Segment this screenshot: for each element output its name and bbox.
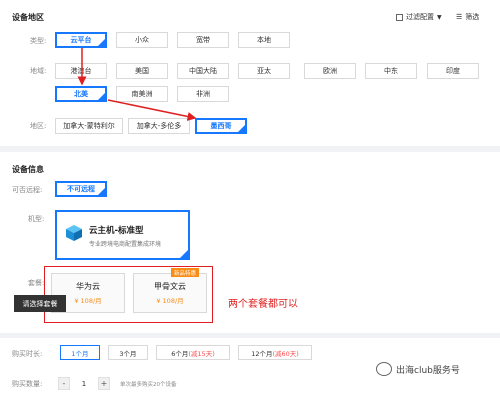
duration-12-month-discount: (减60天)	[272, 349, 299, 358]
quantity-label: 购买数量:	[12, 380, 43, 388]
type-option-local[interactable]: 本地	[238, 32, 290, 48]
quantity-plus-button[interactable]: +	[98, 377, 110, 390]
quantity-input[interactable]: 1	[70, 377, 98, 390]
region-option-africa[interactable]: 非洲	[177, 86, 229, 102]
filter-config-icon	[396, 13, 403, 21]
duration-1-month[interactable]: 1个月	[60, 345, 100, 360]
model-label: 机型:	[28, 215, 45, 223]
type-option-niche[interactable]: 小众	[116, 32, 168, 48]
area-label: 地区:	[30, 122, 47, 130]
wechat-icon	[376, 362, 392, 376]
region-option-mainland[interactable]: 中国大陆	[177, 63, 229, 79]
machine-card-standard[interactable]: 云主机-标准型 专业跨境电商配置集成环境	[55, 210, 190, 260]
type-label: 类型:	[30, 37, 47, 45]
cube-icon	[65, 224, 83, 242]
duration-6-month-label: 6个月	[171, 349, 189, 358]
watermark: 出海club服务号	[376, 362, 460, 376]
watermark-text: 出海club服务号	[396, 365, 460, 376]
filter-label: 筛选	[465, 13, 480, 21]
filter-config-dropdown[interactable]: 过滤配置 ▼	[396, 12, 442, 22]
area-option-mexico[interactable]: 墨西哥	[195, 118, 247, 134]
type-option-broadband[interactable]: 宽带	[177, 32, 229, 48]
filter-icon: ☰	[456, 13, 463, 21]
duration-12-month[interactable]: 12个月 (减60天)	[238, 345, 312, 360]
machine-title: 云主机-标准型	[89, 226, 144, 236]
type-option-cloud[interactable]: 云平台	[55, 32, 107, 48]
annotation-box	[44, 266, 213, 323]
quantity-hint: 单次最多购买20个设备	[120, 382, 177, 388]
machine-desc: 专业跨境电商配置集成环境	[89, 241, 162, 248]
region-option-europe[interactable]: 欧洲	[304, 63, 356, 79]
section-title-region: 设备地区	[12, 13, 44, 22]
package-label: 套餐:	[28, 279, 45, 287]
duration-3-month[interactable]: 3个月	[108, 345, 148, 360]
region-option-india[interactable]: 印度	[427, 63, 479, 79]
region-option-usa[interactable]: 美国	[116, 63, 168, 79]
region-option-south-america[interactable]: 南美洲	[116, 86, 168, 102]
region-option-mideast[interactable]: 中东	[365, 63, 417, 79]
device-region-card: 设备地区 过滤配置 ▼ ☰ 筛选 类型: 云平台 小众 宽带 本地 地域: 港澳…	[0, 0, 500, 146]
duration-6-month-discount: (减15天)	[188, 349, 215, 358]
chevron-down-icon: ▼	[437, 13, 442, 21]
remote-label: 可否远程:	[12, 186, 43, 194]
quantity-minus-button[interactable]: -	[58, 377, 70, 390]
region-option-north-america[interactable]: 北美	[55, 86, 107, 102]
area-option-montreal[interactable]: 加拿大-蒙特利尔	[55, 118, 123, 134]
area-option-toronto[interactable]: 加拿大-多伦多	[128, 118, 190, 134]
duration-12-month-label: 12个月	[251, 349, 273, 358]
annotation-text: 两个套餐都可以	[228, 299, 298, 310]
duration-label: 购买时长:	[12, 350, 43, 358]
section-title-device-info: 设备信息	[12, 165, 44, 174]
filter-button[interactable]: ☰ 筛选	[456, 12, 479, 22]
filter-config-label: 过滤配置	[406, 13, 434, 21]
tooltip: 请选择套餐	[14, 295, 66, 312]
duration-6-month[interactable]: 6个月 (减15天)	[156, 345, 230, 360]
remote-option-no[interactable]: 不可远程	[55, 181, 107, 197]
region-option-hmt[interactable]: 港澳台	[55, 63, 107, 79]
region-option-apac[interactable]: 亚太	[238, 63, 290, 79]
region-label: 地域:	[30, 67, 47, 75]
